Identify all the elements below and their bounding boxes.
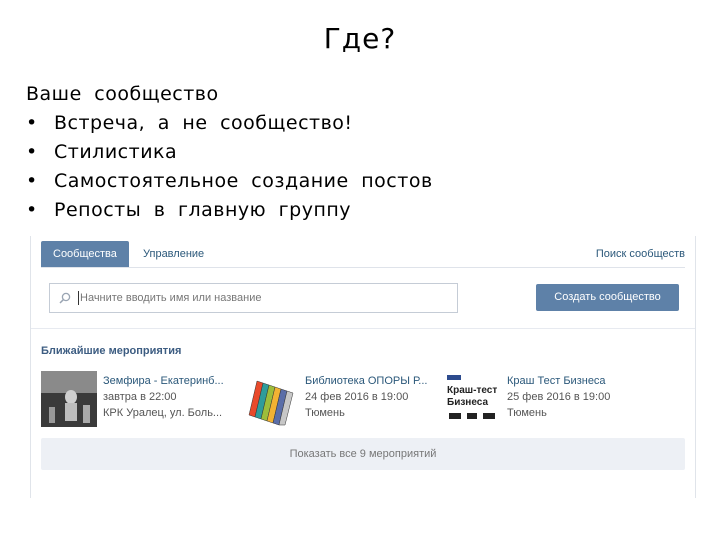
event-place: Тюмень [507, 407, 547, 419]
event-date: завтра в 22:00 [103, 391, 177, 403]
bullet-item: • Репосты в главную группу [26, 196, 433, 225]
event-thumbnail [41, 371, 97, 427]
events-list: Земфира - Екатеринб... завтра в 22:00 КР… [31, 371, 695, 431]
bullet-dot-icon: • [26, 199, 38, 221]
event-date: 25 фев 2016 в 19:00 [507, 391, 611, 403]
tab-communities[interactable]: Сообщества [41, 241, 129, 267]
event-name[interactable]: Библиотека ОПОРЫ Р... [305, 373, 441, 389]
event-place: Тюмень [305, 407, 345, 419]
search-row: Создать сообщество [31, 272, 695, 329]
lead-line: Ваше сообщество [26, 83, 219, 105]
search-field[interactable] [49, 283, 458, 313]
event-item[interactable]: Земфира - Екатеринб... завтра в 22:00 КР… [41, 371, 241, 431]
event-info: Библиотека ОПОРЫ Р... 24 фев 2016 в 19:0… [305, 373, 441, 421]
event-thumbnail: Краш-тест Бизнеса [445, 371, 501, 427]
bullet-dot-icon: • [26, 170, 38, 192]
bullet-text: Самостоятельное создание постов [54, 170, 433, 192]
search-icon [59, 292, 71, 304]
event-item[interactable]: Библиотека ОПОРЫ Р... 24 фев 2016 в 19:0… [243, 371, 443, 431]
bullet-text: Стилистика [54, 141, 178, 163]
bullet-text: Репосты в главную группу [54, 199, 352, 221]
bullet-list: Ваше сообщество • Встреча, а не сообществ… [26, 80, 433, 225]
find-communities-link[interactable]: Поиск сообществ [584, 241, 685, 267]
bullet-text: Встреча, а не сообщество! [54, 112, 353, 134]
tab-management[interactable]: Управление [131, 241, 216, 267]
thumb-caption-2: Бизнеса [447, 397, 488, 408]
event-place: КРК Уралец, ул. Боль... [103, 407, 223, 419]
text-caret [78, 291, 79, 305]
event-info: Краш Тест Бизнеса 25 фев 2016 в 19:00 Тю… [507, 373, 643, 421]
event-item[interactable]: Краш-тест Бизнеса Краш Тест Бизнеса 25 ф… [445, 371, 665, 431]
bullet-item: • Самостоятельное создание постов [26, 167, 433, 196]
bullet-dot-icon: • [26, 141, 38, 163]
event-date: 24 фев 2016 в 19:00 [305, 391, 409, 403]
bullet-item: • Встреча, а не сообщество! [26, 109, 433, 138]
slide-title: Где? [323, 22, 397, 55]
search-input[interactable] [80, 289, 445, 307]
section-title: Ближайшие мероприятия [41, 345, 182, 357]
show-all-events-button[interactable]: Показать все 9 мероприятий [41, 438, 685, 470]
thumb-caption-1: Краш-тест [447, 385, 497, 396]
event-thumbnail [243, 371, 299, 427]
event-info: Земфира - Екатеринб... завтра в 22:00 КР… [103, 373, 239, 421]
bullet-dot-icon: • [26, 112, 38, 134]
event-name[interactable]: Земфира - Екатеринб... [103, 373, 239, 389]
tab-bar: Сообщества Управление Поиск сообществ [41, 241, 685, 268]
vk-communities-screenshot: Сообщества Управление Поиск сообществ Со… [30, 236, 696, 498]
event-name[interactable]: Краш Тест Бизнеса [507, 373, 643, 389]
create-community-button[interactable]: Создать сообщество [536, 284, 679, 311]
bullet-item: • Стилистика [26, 138, 433, 167]
